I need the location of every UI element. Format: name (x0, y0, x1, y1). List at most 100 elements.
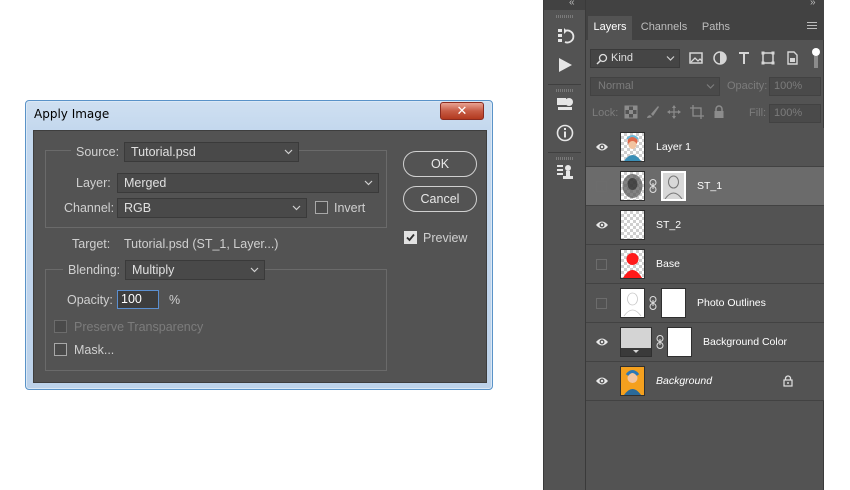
layer-row-base[interactable]: Base (586, 245, 824, 284)
visibility-toggle[interactable] (596, 298, 607, 309)
tab-paths[interactable]: Paths (696, 16, 736, 40)
lock-label: Lock: (592, 107, 619, 119)
checkmark-icon (406, 233, 415, 242)
lock-transparent-icon[interactable] (624, 105, 638, 119)
layer-value: Merged (124, 176, 167, 190)
layer-row-photo-outlines[interactable]: Photo Outlines (586, 284, 824, 323)
play-actions-icon[interactable] (555, 55, 575, 75)
search-icon (596, 53, 608, 65)
layer-mask-thumbnail[interactable] (661, 288, 686, 318)
link-chain-icon[interactable] (656, 335, 664, 349)
outline-sketch-icon (623, 292, 642, 317)
blend-mode-value: Normal (598, 80, 634, 92)
layer-opacity-input[interactable]: 100% (769, 77, 821, 96)
ok-button[interactable]: OK (403, 151, 477, 177)
strip-header: « (544, 0, 585, 10)
red-silhouette-icon (623, 253, 642, 278)
layer-row-st-1[interactable]: ST_1 (586, 167, 824, 206)
layer-name: Background Color (703, 336, 788, 348)
layer-mask-thumbnail[interactable] (667, 327, 692, 357)
divider (548, 152, 581, 153)
tab-layers[interactable]: Layers (588, 16, 632, 40)
history-icon[interactable] (555, 26, 575, 46)
collapse-left-icon[interactable]: « (569, 0, 575, 8)
filter-adjustment-icon[interactable] (712, 50, 728, 66)
layer-thumbnail (620, 249, 645, 279)
preview-label: Preview (423, 231, 468, 245)
grip-handle[interactable] (556, 157, 574, 160)
panel-dock-strip: « (543, 0, 586, 490)
cancel-button[interactable]: Cancel (403, 186, 477, 212)
layer-mask-thumbnail[interactable] (661, 171, 686, 201)
layer-select[interactable]: Merged (117, 173, 379, 193)
lock-image-brush-icon[interactable] (646, 105, 660, 119)
properties-icon[interactable] (555, 94, 575, 114)
grip-handle[interactable] (556, 15, 574, 18)
filter-toggle-icon[interactable] (812, 48, 820, 56)
filter-pixel-icon[interactable] (688, 50, 704, 66)
kind-filter-select[interactable]: Kind (590, 49, 680, 68)
visibility-toggle[interactable] (596, 259, 607, 270)
chevron-down-icon (364, 180, 373, 186)
target-value: Tutorial.psd (ST_1, Layer...) (124, 237, 279, 251)
mask-checkbox[interactable] (54, 343, 67, 356)
grip-handle[interactable] (556, 89, 574, 92)
chevron-down-icon (284, 149, 293, 155)
chevron-down-icon (706, 84, 715, 89)
lock-all-icon[interactable] (712, 105, 726, 119)
eye-visibility-icon[interactable] (595, 375, 609, 387)
close-button[interactable]: ✕ (440, 102, 484, 120)
sketch-thumbnail-icon (622, 174, 643, 198)
blending-select[interactable]: Multiply (125, 260, 265, 280)
dialog-body: Source: Tutorial.psd Layer: Merged Chann… (33, 130, 487, 383)
divider (548, 84, 581, 85)
collapse-right-icon[interactable]: » (810, 0, 816, 8)
layer-label: Layer: (76, 176, 111, 190)
filter-shape-icon[interactable] (760, 50, 776, 66)
clone-source-icon[interactable] (555, 162, 575, 182)
mask-label: Mask... (74, 343, 115, 357)
preserve-transparency-checkbox[interactable] (54, 320, 67, 333)
portrait-thumbnail-icon (621, 367, 644, 395)
panel-header: » (586, 0, 824, 10)
layer-row-layer-1[interactable]: Layer 1 (586, 128, 824, 167)
tab-channels[interactable]: Channels (637, 16, 691, 40)
kind-filter-value: Kind (611, 52, 634, 64)
filter-toggle-track (814, 56, 818, 68)
source-select[interactable]: Tutorial.psd (124, 142, 299, 162)
target-label: Target: (72, 237, 111, 251)
opacity-unit: % (169, 293, 181, 307)
lock-position-move-icon[interactable] (667, 105, 681, 119)
visibility-toggle[interactable] (596, 181, 607, 192)
sketch-mask-icon (664, 175, 683, 200)
lock-icon (783, 375, 793, 387)
layer-thumbnail (620, 132, 645, 162)
layer-row-background-color[interactable]: Background Color (586, 323, 824, 362)
layer-row-background[interactable]: Background (586, 362, 824, 401)
blending-label: Blending: (63, 263, 126, 277)
link-chain-icon[interactable] (649, 179, 657, 193)
fill-input[interactable]: 100% (769, 104, 821, 123)
channel-select[interactable]: RGB (117, 198, 307, 218)
opacity-label: Opacity: (727, 80, 768, 92)
filter-smart-object-icon[interactable] (784, 50, 800, 66)
eye-visibility-icon[interactable] (595, 141, 609, 153)
dialog-title: Apply Image (34, 107, 110, 121)
fill-adjustment-icon (621, 348, 651, 356)
filter-type-icon[interactable] (736, 50, 752, 66)
invert-label: Invert (334, 201, 366, 215)
lock-artboard-icon[interactable] (690, 105, 704, 119)
info-icon[interactable] (555, 123, 575, 143)
preview-checkbox[interactable] (404, 231, 417, 244)
layer-row-st-2[interactable]: ST_2 (586, 206, 824, 245)
eye-visibility-icon[interactable] (595, 336, 609, 348)
layer-thumbnail (620, 288, 645, 318)
blend-mode-select[interactable]: Normal (590, 77, 720, 96)
blending-value: Multiply (132, 263, 175, 277)
channel-label: Channel: (64, 201, 115, 215)
eye-visibility-icon[interactable] (595, 219, 609, 231)
panel-menu-icon[interactable] (807, 22, 817, 30)
opacity-input[interactable]: 100 (117, 290, 159, 309)
invert-checkbox[interactable] (315, 201, 328, 214)
link-chain-icon[interactable] (649, 296, 657, 310)
